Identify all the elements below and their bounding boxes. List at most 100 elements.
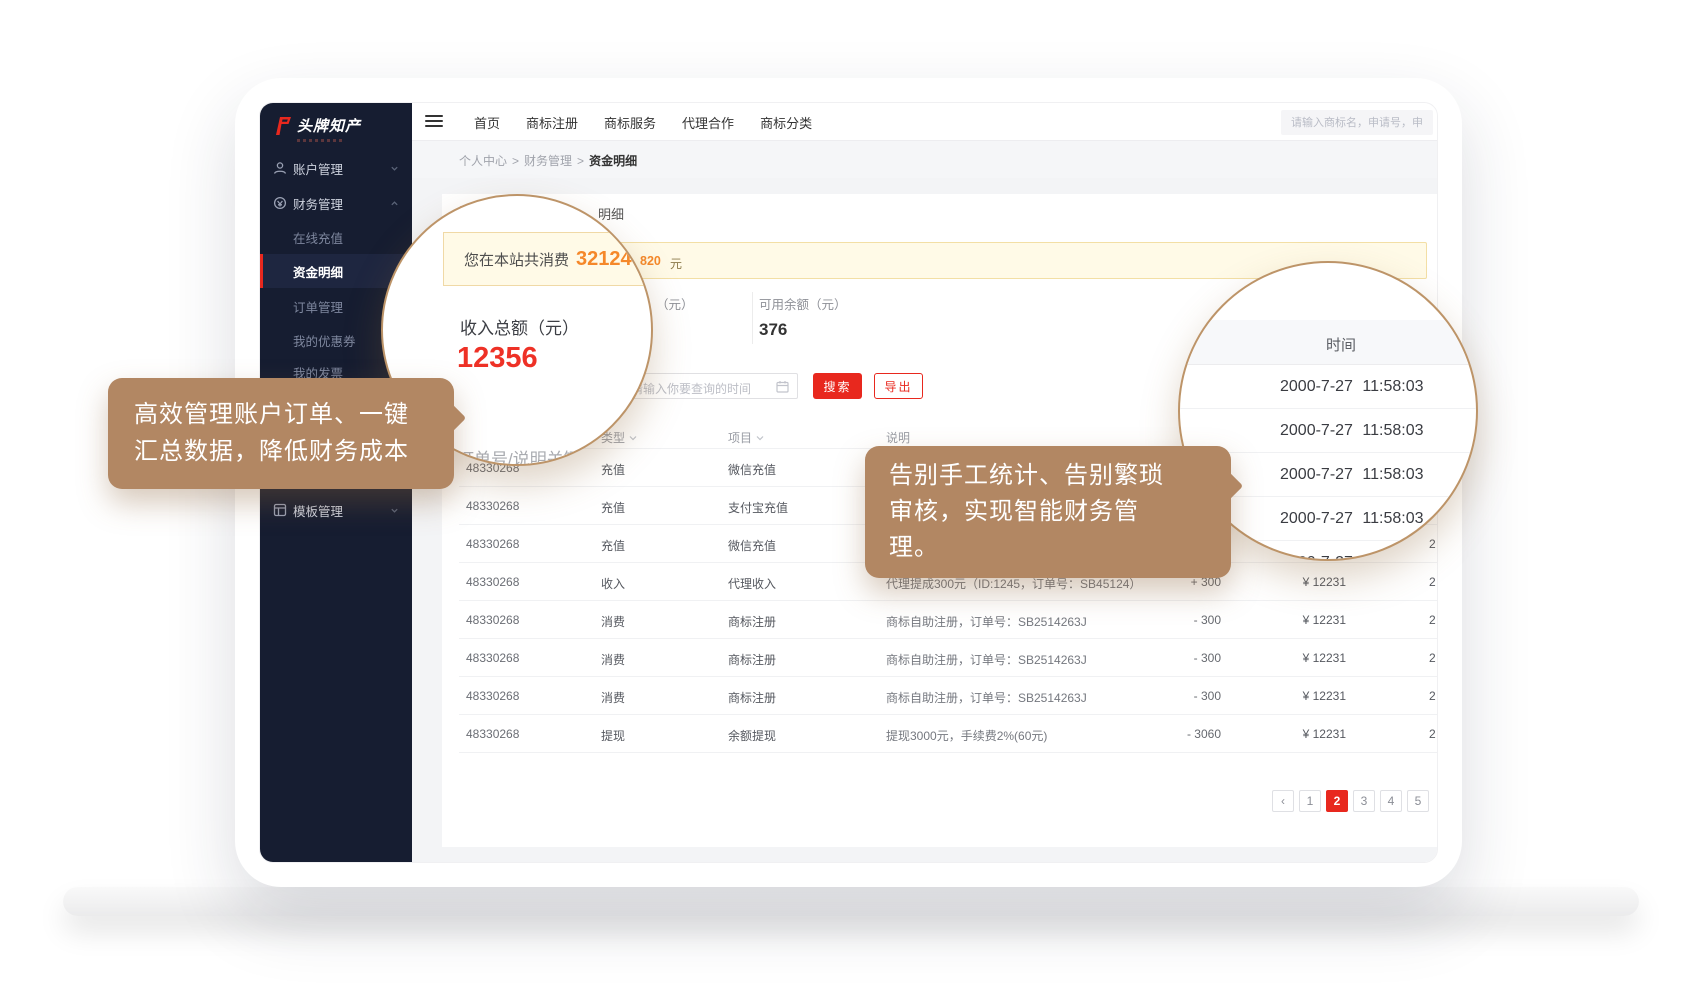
logo-subtext-decor: [297, 139, 343, 142]
lens-orderno-text: 订单号/说明关键: [457, 445, 581, 466]
nav-item-trademark-service[interactable]: 商标服务: [604, 113, 656, 132]
callout-line: 高效管理账户订单、一键: [134, 396, 454, 433]
tab-partial[interactable]: 明细: [598, 204, 624, 223]
table-row: 48330268 消费 商标注册 商标自助注册，订单号：SB2514263J -…: [459, 639, 1438, 677]
cell-time-partial: 2: [1429, 689, 1438, 703]
breadcrumb-finance[interactable]: 财务管理: [524, 154, 572, 168]
stat-label: 可用余额（元）: [759, 294, 847, 313]
cell-description: 商标自助注册，订单号：SB2514263J: [886, 651, 1087, 668]
cell-amount: - 300: [1141, 651, 1221, 665]
search-button[interactable]: 搜索: [813, 373, 862, 399]
callout-line: 审核，实现智能财务管: [889, 494, 1231, 530]
cell-description: 商标自助注册，订单号：SB2514263J: [886, 613, 1087, 630]
cell-description: 提现3000元，手续费2%(60元): [886, 727, 1047, 744]
chevron-down-icon: [390, 164, 399, 173]
cell-order-number: 48330268: [466, 537, 519, 551]
cell-type: 收入: [601, 575, 625, 592]
pagination: ‹ 1 2 3 4 5: [1272, 790, 1429, 812]
export-button[interactable]: 导出: [874, 373, 923, 399]
sidebar-item-account[interactable]: 账户管理: [260, 151, 412, 185]
table-row: 48330268 消费 商标注册 商标自助注册，订单号：SB2514263J -…: [459, 601, 1438, 639]
lens-banner: 您在本站共消费 32124 大: [443, 232, 653, 286]
banner-unit: 元: [670, 255, 682, 272]
cell-amount: - 3060: [1141, 727, 1221, 741]
pagination-page-3[interactable]: 3: [1353, 790, 1375, 812]
nav-item-home[interactable]: 首页: [474, 113, 500, 132]
cell-project: 支付宝充值: [728, 499, 788, 516]
cell-balance: ¥ 12231: [1246, 575, 1346, 589]
top-nav: 首页 商标注册 商标服务 代理合作 商标分类: [474, 103, 812, 141]
lens-time-row: 2000-7-27 11:58:03: [1180, 409, 1476, 453]
trademark-search-input[interactable]: [1281, 110, 1433, 135]
pagination-page-4[interactable]: 4: [1380, 790, 1402, 812]
app-logo: 头牌知产: [273, 115, 361, 142]
cell-amount: - 300: [1141, 689, 1221, 703]
cell-order-number: 48330268: [466, 689, 519, 703]
breadcrumb-current: 资金明细: [589, 154, 637, 168]
lens-income-value: 12356: [457, 342, 538, 375]
top-navbar: 首页 商标注册 商标服务 代理合作 商标分类: [412, 103, 1438, 141]
stage: 头牌知产 账户管理 财务管理: [0, 0, 1696, 1002]
header-desc: 说明: [886, 429, 910, 446]
pagination-prev[interactable]: ‹: [1272, 790, 1294, 812]
breadcrumb-personal-center[interactable]: 个人中心: [459, 154, 507, 168]
stat-expense: （元）: [656, 294, 694, 313]
sidebar-item-label: 账户管理: [293, 159, 343, 178]
lens-time-row: 2000-7-27 11:58:03: [1180, 365, 1476, 409]
sidebar-item-label: 在线充值: [293, 228, 343, 247]
nav-item-agency[interactable]: 代理合作: [682, 113, 734, 132]
cell-project: 微信充值: [728, 537, 776, 554]
stat-available-balance: 可用余额（元） 376: [759, 294, 847, 340]
lens-income-label: 收入总额（元）: [460, 314, 579, 339]
callout-line: 理。: [889, 530, 1231, 566]
header-project-sort[interactable]: 项目: [728, 429, 764, 446]
lens-banner-edge-glyph: 大: [636, 246, 653, 273]
callout-line: 汇总数据，降低财务成本: [134, 433, 454, 470]
sidebar-item-templates[interactable]: 模板管理: [260, 493, 412, 527]
cell-type: 消费: [601, 689, 625, 706]
cell-balance: ¥ 12231: [1246, 613, 1346, 627]
cell-type: 充值: [601, 461, 625, 478]
sort-caret-icon: [756, 435, 764, 441]
cell-time-partial: 2: [1429, 613, 1438, 627]
cell-balance: ¥ 12231: [1246, 689, 1346, 703]
cell-order-number: 48330268: [466, 651, 519, 665]
stat-label: （元）: [656, 294, 694, 313]
callout-line: 告别手工统计、告别繁琐: [889, 458, 1231, 494]
cell-project: 商标注册: [728, 689, 776, 706]
date-query-input[interactable]: 请输入你要查询的时间: [621, 373, 798, 399]
cell-type: 提现: [601, 727, 625, 744]
sort-caret-icon: [629, 435, 637, 441]
sidebar-item-label: 财务管理: [293, 194, 343, 213]
callout-right: 告别手工统计、告别繁琐 审核，实现智能财务管 理。: [865, 446, 1231, 578]
sidebar-item-online-recharge[interactable]: 在线充值: [260, 220, 412, 254]
hamburger-icon[interactable]: [425, 115, 443, 129]
cell-time-partial: 2: [1429, 651, 1438, 665]
cell-balance: ¥ 12231: [1246, 727, 1346, 741]
cell-order-number: 48330268: [466, 575, 519, 589]
cell-time-partial: 2: [1429, 727, 1438, 741]
logo-mark-icon: [273, 115, 293, 137]
sidebar-item-label: 资金明细: [293, 262, 343, 281]
pagination-page-5[interactable]: 5: [1407, 790, 1429, 812]
stat-divider: [752, 292, 753, 344]
cell-order-number: 48330268: [466, 613, 519, 627]
cell-project: 商标注册: [728, 651, 776, 668]
cell-amount: - 300: [1141, 613, 1221, 627]
pagination-page-1[interactable]: 1: [1299, 790, 1321, 812]
breadcrumb: 个人中心>财务管理>资金明细: [459, 152, 637, 169]
sidebar-item-finance[interactable]: 财务管理: [260, 186, 412, 220]
breadcrumb-bar: 个人中心>财务管理>资金明细: [412, 141, 1438, 178]
cell-type: 消费: [601, 651, 625, 668]
pagination-page-2[interactable]: 2: [1326, 790, 1348, 812]
sidebar-item-label: 模板管理: [293, 501, 343, 520]
calendar-icon[interactable]: [776, 380, 789, 393]
finance-icon: [273, 196, 287, 210]
sidebar-item-label: 我的优惠券: [293, 331, 356, 350]
nav-item-trademark-class[interactable]: 商标分类: [760, 113, 812, 132]
cell-balance: ¥ 12231: [1246, 651, 1346, 665]
lens-banner-amount: 32124: [576, 248, 632, 271]
cell-type: 消费: [601, 613, 625, 630]
nav-item-trademark-register[interactable]: 商标注册: [526, 113, 578, 132]
user-icon: [273, 161, 287, 175]
